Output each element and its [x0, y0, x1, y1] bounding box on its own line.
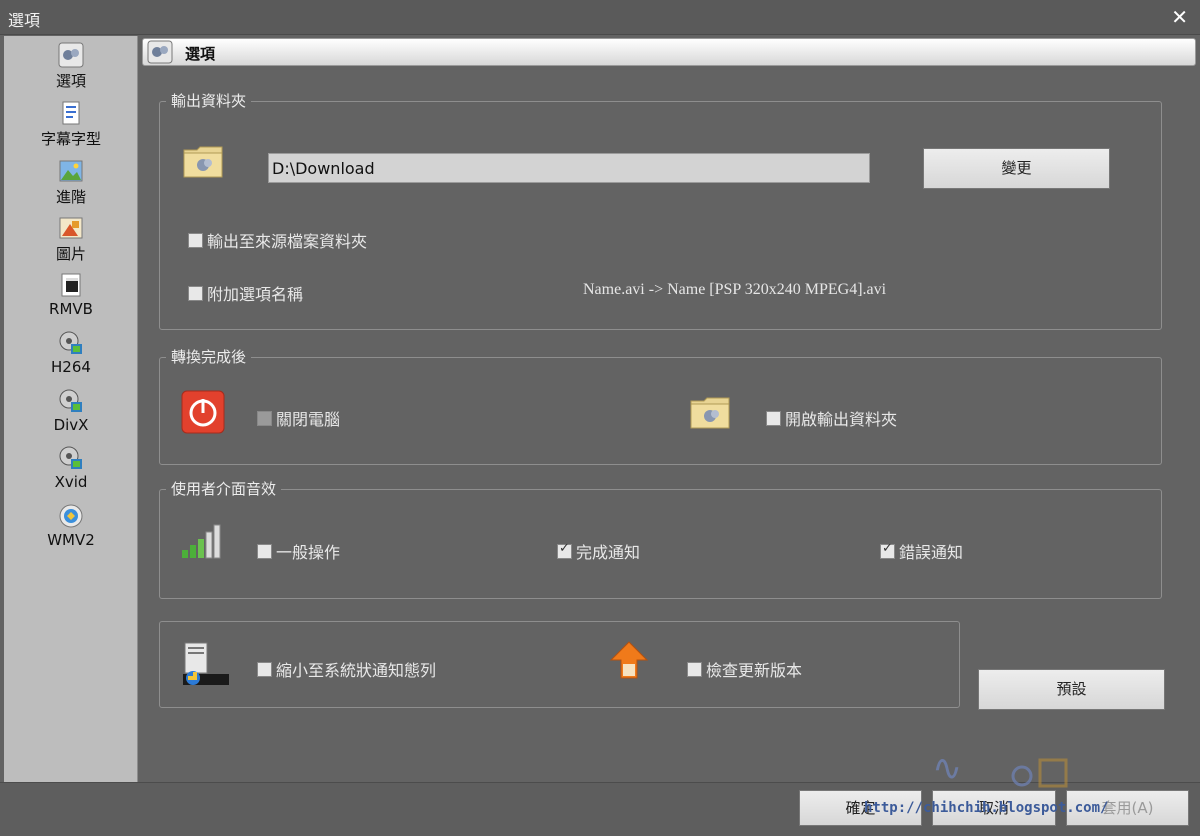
checkbox-label: 輸出至來源檔案資料夾: [207, 232, 368, 251]
shutdown-checkbox[interactable]: 關閉電腦: [257, 406, 340, 430]
checkbox-label: 關閉電腦: [276, 410, 341, 429]
page-title: 選項: [185, 45, 216, 63]
update-arrow-icon: [609, 641, 649, 679]
power-icon: [181, 390, 225, 434]
sidebar-item-label: 進階: [55, 188, 86, 206]
group-legend: 轉換完成後: [166, 348, 252, 366]
checkbox-label: 附加選項名稱: [207, 285, 304, 304]
folder-icon: [690, 397, 730, 429]
checkbox-box[interactable]: [257, 543, 272, 559]
sidebar-item-wmv2[interactable]: WMV2: [4, 499, 138, 555]
sidebar-item-label: 圖片: [55, 245, 86, 263]
checkbox-box[interactable]: [257, 661, 272, 677]
watermark-text: http://chihchih.blogspot.com/: [864, 800, 1109, 816]
divx-icon: [59, 389, 82, 412]
close-icon[interactable]: ✕: [1171, 5, 1188, 29]
sidebar-item-label: 選項: [55, 72, 86, 90]
filename-example: Name.avi -> Name [PSP 320x240 MPEG4].avi: [583, 281, 887, 298]
checkbox-box[interactable]: [188, 232, 203, 248]
checkbox-box[interactable]: [687, 661, 702, 677]
checkbox-label: 縮小至系統狀通知態列: [276, 661, 437, 680]
output-to-source-checkbox[interactable]: 輸出至來源檔案資料夾: [188, 228, 367, 252]
checkbox-label: 開啟輸出資料夾: [785, 410, 898, 429]
checkbox-box[interactable]: [188, 285, 203, 301]
sidebar-item-h264[interactable]: H264: [4, 326, 138, 382]
sidebar-item-label: H264: [51, 358, 91, 376]
h264-icon: [59, 331, 82, 354]
group-legend: 輸出資料夾: [166, 92, 252, 110]
group-legend: 使用者介面音效: [166, 480, 282, 498]
sidebar-item-label: DivX: [53, 416, 89, 434]
watermark-logo-icon: ∿: [932, 748, 1068, 789]
open-output-folder-checkbox[interactable]: 開啟輸出資料夾: [766, 406, 897, 430]
svg-text:∿: ∿: [932, 748, 962, 789]
checkbox-box[interactable]: [257, 410, 272, 426]
checkbox-box[interactable]: [766, 410, 781, 426]
checkbox-label: 完成通知: [576, 543, 641, 562]
checkbox-box[interactable]: [557, 541, 572, 559]
folder-icon: [183, 146, 223, 178]
tray-icon: [183, 642, 229, 685]
window-titlebar: 選項 ✕: [0, 0, 1200, 35]
sidebar-item-label: Xvid: [54, 473, 88, 491]
check-update-checkbox[interactable]: 檢查更新版本: [687, 657, 802, 681]
window-title: 選項: [8, 11, 41, 30]
image-icon: [59, 217, 83, 239]
sidebar-item-subtitle-font[interactable]: 字幕字型: [4, 96, 138, 152]
rmvb-icon: [61, 273, 81, 297]
minimize-to-tray-checkbox[interactable]: 縮小至系統狀通知態列: [257, 657, 436, 681]
sidebar-item-divx[interactable]: DivX: [4, 384, 138, 440]
sidebar-item-advanced[interactable]: 進階: [4, 154, 138, 210]
sidebar-item-label: WMV2: [47, 531, 95, 549]
sidebar-item-image[interactable]: 圖片: [4, 211, 138, 267]
xvid-icon: [59, 446, 82, 469]
page-header: 選項: [142, 38, 1196, 66]
append-option-name-checkbox[interactable]: 附加選項名稱: [188, 281, 303, 305]
subtitle-font-icon: [62, 101, 80, 125]
sidebar-item-rmvb[interactable]: RMVB: [4, 268, 138, 324]
output-path-input[interactable]: [268, 153, 870, 183]
checkbox-box[interactable]: [880, 541, 895, 559]
default-button[interactable]: 預設: [978, 669, 1165, 710]
sidebar-item-label: 字幕字型: [40, 130, 101, 148]
sidebar-item-label: RMVB: [49, 300, 93, 318]
options-icon: [147, 40, 173, 64]
checkbox-label: 錯誤通知: [899, 543, 964, 562]
sidebar: 選項 字幕字型 進階 圖片 RMVB H264 DivX Xvid WMV2: [4, 36, 138, 782]
complete-sound-checkbox[interactable]: 完成通知: [557, 539, 640, 563]
checkbox-label: 一般操作: [276, 543, 341, 562]
volume-bars-icon: [182, 524, 221, 559]
change-folder-button[interactable]: 變更: [923, 148, 1110, 189]
error-sound-checkbox[interactable]: 錯誤通知: [880, 539, 963, 563]
sidebar-item-options[interactable]: 選項: [4, 38, 138, 94]
options-icon: [58, 42, 84, 68]
wmv2-icon: [59, 504, 83, 528]
advanced-icon: [59, 160, 83, 182]
checkbox-label: 檢查更新版本: [706, 661, 803, 680]
sidebar-item-xvid[interactable]: Xvid: [4, 441, 138, 497]
general-sound-checkbox[interactable]: 一般操作: [257, 539, 340, 563]
